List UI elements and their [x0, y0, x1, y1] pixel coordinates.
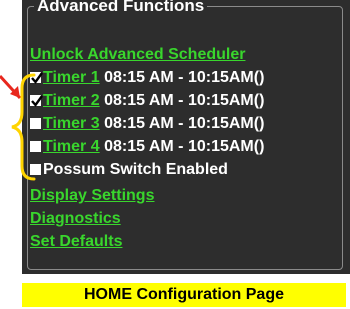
set-defaults-link[interactable]: Set Defaults: [30, 233, 122, 250]
timer-1-times: 08:15 AM - 10:15AM(): [104, 69, 265, 86]
timer-2-times: 08:15 AM - 10:15AM(): [104, 92, 265, 109]
page-caption: HOME Configuration Page: [22, 283, 346, 307]
diagnostics-link[interactable]: Diagnostics: [30, 210, 121, 227]
timer-3-times: 08:15 AM - 10:15AM(): [104, 115, 265, 132]
possum-switch-label: Possum Switch Enabled: [43, 161, 228, 178]
advanced-functions-panel: Advanced Functions Unlock Advanced Sched…: [22, 0, 350, 274]
advanced-functions-group: Advanced Functions: [27, 0, 343, 270]
annotation-overlay: [0, 73, 36, 181]
timer-4-times: 08:15 AM - 10:15AM(): [104, 138, 265, 155]
links-row: Diagnostics: [30, 209, 121, 229]
links-row: Set Defaults: [30, 232, 122, 252]
